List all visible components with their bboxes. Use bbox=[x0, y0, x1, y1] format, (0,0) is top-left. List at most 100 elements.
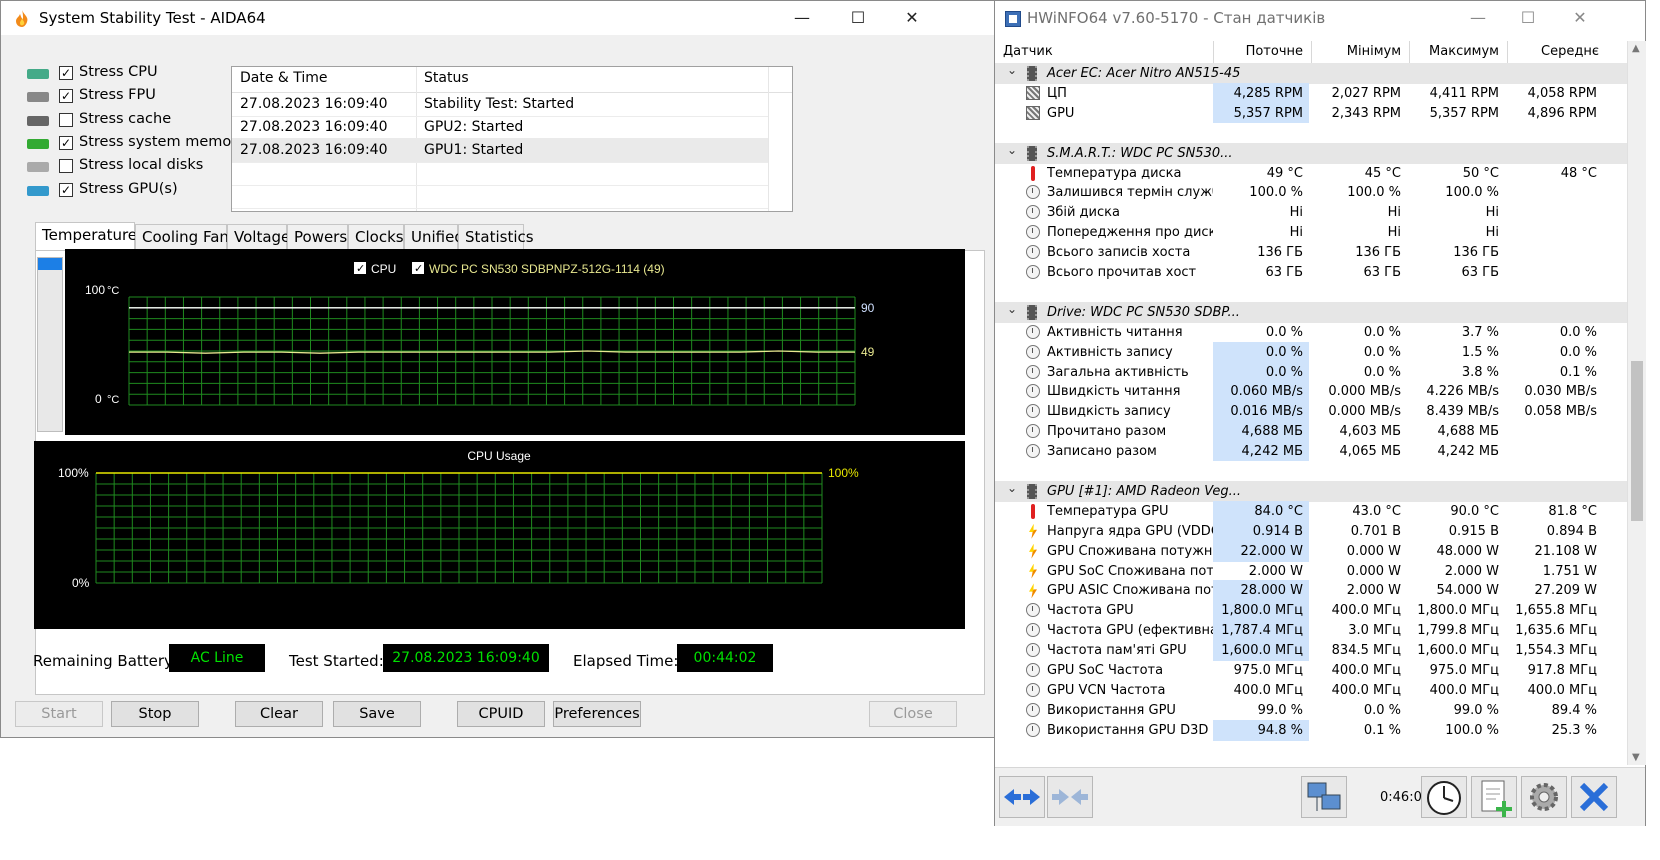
sensor-group[interactable]: ⌄ Acer EC: Acer Nitro AN515-45 bbox=[995, 63, 1627, 84]
clock-icon bbox=[1026, 424, 1040, 439]
aida-titlebar[interactable]: System Stability Test - AIDA64 — ☐ ✕ bbox=[1, 1, 995, 35]
hwinfo-close-button[interactable]: ✕ bbox=[1557, 1, 1603, 35]
hwinfo-titlebar[interactable]: HWiNFO64 v7.60-5170 - Стан датчиків — ☐ … bbox=[995, 1, 1645, 35]
start-button[interactable]: Start bbox=[15, 701, 103, 727]
col-avg[interactable]: Середнє bbox=[1509, 41, 1599, 63]
log-row[interactable]: 27.08.2023 16:09:40 Stability Test: Start… bbox=[232, 92, 768, 117]
sensor-cur-value: 4,688 МБ bbox=[1241, 424, 1303, 440]
sensor-row[interactable]: Частота GPU 1,800.0 МГц 400.0 МГц 1,800.0 М… bbox=[995, 600, 1627, 622]
tab-clocks[interactable]: Clocks bbox=[348, 224, 404, 249]
sensor-max-value: 136 ГБ bbox=[1453, 245, 1499, 261]
sensor-row[interactable]: Температура GPU 84.0 °C 43.0 °C 90.0 °C 81.8… bbox=[995, 500, 1627, 522]
sensor-row[interactable]: Активність читання 0.0 % 0.0 % 3.7 % 0.0 % bbox=[995, 322, 1627, 343]
clear-button[interactable]: Clear bbox=[235, 701, 323, 727]
sensor-cur-value: 1,600.0 МГц bbox=[1221, 643, 1303, 659]
collapse-chevron-icon[interactable]: ⌄ bbox=[1007, 478, 1017, 499]
sensor-row[interactable]: Залишився термін служби ... 100.0 % 100.0 … bbox=[995, 182, 1627, 203]
sensor-max-value: 99.0 % bbox=[1453, 702, 1499, 718]
stress-checkbox[interactable]: ✓ bbox=[59, 135, 73, 150]
sensor-row[interactable]: Всього записів хоста 136 ГБ 136 ГБ 136 ГБ bbox=[995, 242, 1627, 263]
sensor-name: GPU Споживана потужніст... bbox=[1047, 543, 1213, 559]
sensor-row[interactable]: Записано разом 4,242 МБ 4,065 МБ 4,242 МБ bbox=[995, 441, 1627, 463]
network-button[interactable] bbox=[1301, 776, 1347, 818]
sensor-name: Використання GPU bbox=[1047, 702, 1176, 718]
chip-icon bbox=[1027, 304, 1037, 320]
log-row[interactable]: 27.08.2023 16:09:40 GPU1: Started bbox=[232, 138, 768, 163]
tab-voltages[interactable]: Voltages bbox=[227, 224, 298, 249]
sensor-row[interactable]: Температура диска 49 °C 45 °C 50 °C 48 °C bbox=[995, 163, 1627, 184]
tab-statistics[interactable]: Statistics bbox=[458, 224, 534, 249]
scroll-down-icon[interactable]: ▼ bbox=[1632, 752, 1640, 763]
preferences-button[interactable]: Preferences bbox=[553, 701, 641, 727]
sensor-row[interactable]: GPU 5,357 RPM 2,343 RPM 5,357 RPM 4,896 RPM bbox=[995, 102, 1627, 124]
collapse-chevron-icon[interactable]: ⌄ bbox=[1007, 60, 1017, 81]
save-button[interactable]: Save bbox=[333, 701, 421, 727]
sensor-row[interactable]: GPU Споживана потужніст... 22.000 W 0.000 … bbox=[995, 540, 1627, 562]
tab-powers[interactable]: Powers bbox=[287, 224, 348, 249]
reset-clock-button[interactable] bbox=[1421, 776, 1467, 818]
log-header-datetime[interactable]: Date & Time bbox=[240, 70, 328, 86]
sensor-row[interactable]: Прочитано разом 4,688 МБ 4,603 МБ 4,688 МБ bbox=[995, 421, 1627, 443]
log-row[interactable]: 27.08.2023 16:09:40 GPU2: Started bbox=[232, 115, 768, 140]
nav-left-right-button[interactable] bbox=[999, 776, 1045, 818]
sensor-row[interactable]: Загальна активність 0.0 % 0.0 % 3.8 % 0.1 % bbox=[995, 361, 1627, 383]
sensor-row[interactable]: GPU VCN Частота 400.0 МГц 400.0 МГц 400.0 М… bbox=[995, 680, 1627, 701]
sensor-row[interactable]: Частота GPU (ефективна) 1,787.4 МГц 3.0 МГ… bbox=[995, 620, 1627, 642]
sensor-row[interactable]: Всього прочитав хост 63 ГБ 63 ГБ 63 ГБ bbox=[995, 262, 1627, 283]
sensor-max-value: 1,800.0 МГц bbox=[1417, 603, 1499, 619]
sensor-group[interactable]: ⌄ S.M.A.R.T.: WDC PC SN530... bbox=[995, 140, 1627, 164]
stress-checkbox[interactable] bbox=[59, 112, 73, 127]
sensor-group[interactable]: ⌄ Drive: WDC PC SN530 SDBP... bbox=[995, 299, 1627, 323]
log-status: GPU2: Started bbox=[424, 119, 524, 135]
sensor-row[interactable]: Збій диска Ні Ні Ні bbox=[995, 202, 1627, 223]
sensor-row[interactable]: GPU ASIC Споживана поту... 28.000 W 2.000 … bbox=[995, 580, 1627, 602]
sensor-row[interactable]: Напруга ядра GPU (VDDCR... 0.914 В 0.701 В… bbox=[995, 520, 1627, 542]
sensor-row[interactable]: Швидкість запису 0.016 MB/s 0.000 MB/s 8.43… bbox=[995, 401, 1627, 423]
cpuid-button[interactable]: CPUID bbox=[457, 701, 545, 727]
sensor-list-scroller[interactable] bbox=[37, 257, 63, 432]
chip-icon bbox=[1027, 483, 1037, 499]
stress-checkbox[interactable]: ✓ bbox=[59, 182, 73, 197]
collapse-chevron-icon[interactable]: ⌄ bbox=[1007, 140, 1017, 161]
sensor-max-value: Ні bbox=[1485, 225, 1499, 241]
sensor-row[interactable]: GPU SoC Споживана потуж... 2.000 W 0.000 W… bbox=[995, 561, 1627, 582]
tab-temperatures[interactable]: Temperatures bbox=[35, 222, 145, 251]
col-current[interactable]: Поточне bbox=[1215, 41, 1303, 63]
stress-checkbox[interactable]: ✓ bbox=[59, 89, 73, 104]
sensor-row[interactable]: Попередження про диск Ні Ні Ні bbox=[995, 222, 1627, 243]
sensor-row[interactable]: Активність запису 0.0 % 0.0 % 1.5 % 0.0 % bbox=[995, 341, 1627, 363]
tab-unified[interactable]: Unified bbox=[404, 224, 464, 249]
settings-button[interactable] bbox=[1521, 776, 1567, 818]
sensor-row[interactable]: Використання GPU D3D 94.8 % 0.1 % 100.0 % 25… bbox=[995, 719, 1627, 741]
log-header-status[interactable]: Status bbox=[424, 70, 469, 86]
exit-button[interactable] bbox=[1571, 776, 1617, 818]
sensor-row[interactable]: Швидкість читання 0.060 MB/s 0.000 MB/s 4.2… bbox=[995, 381, 1627, 403]
col-min[interactable]: Мінімум bbox=[1313, 41, 1401, 63]
sensor-row[interactable]: GPU SoC Частота 975.0 МГц 400.0 МГц 975.0 М… bbox=[995, 660, 1627, 681]
aida-maximize-button[interactable]: ☐ bbox=[835, 1, 881, 35]
scrollbar-thumb[interactable] bbox=[1631, 361, 1643, 521]
stress-checkbox[interactable] bbox=[59, 159, 73, 174]
log-file-button[interactable] bbox=[1471, 776, 1517, 818]
stress-checkbox[interactable]: ✓ bbox=[59, 66, 73, 80]
collapse-chevron-icon[interactable]: ⌄ bbox=[1007, 299, 1017, 320]
stop-button[interactable]: Stop bbox=[111, 701, 199, 727]
close-button[interactable]: Close bbox=[869, 701, 957, 727]
sensor-row[interactable]: Частота пам'яті GPU 1,600.0 МГц 834.5 МГц 1… bbox=[995, 640, 1627, 662]
sensor-row[interactable]: ЦП 4,285 RPM 2,027 RPM 4,411 RPM 4,058 RPM bbox=[995, 82, 1627, 104]
aida-close-button[interactable]: ✕ bbox=[889, 1, 935, 35]
sensor-min-value: 45 °C bbox=[1364, 165, 1401, 181]
tab-cooling-fans[interactable]: Cooling Fans bbox=[135, 224, 237, 249]
sensor-list-selection[interactable] bbox=[38, 258, 62, 270]
hwinfo-maximize-button[interactable]: ☐ bbox=[1505, 1, 1551, 35]
collapse-arrows-button[interactable] bbox=[1047, 776, 1093, 818]
sensor-cur-value: 0.0 % bbox=[1265, 324, 1303, 340]
sensor-group[interactable]: ⌄ GPU [#1]: AMD Radeon Veg... bbox=[995, 478, 1627, 502]
col-divider bbox=[1409, 41, 1410, 63]
col-max[interactable]: Максимум bbox=[1411, 41, 1499, 63]
sensor-row[interactable]: Використання GPU 99.0 % 0.0 % 99.0 % 89.4 % bbox=[995, 700, 1627, 721]
sensor-scrollbar[interactable]: ▲ ▼ bbox=[1627, 41, 1646, 765]
aida-minimize-button[interactable]: — bbox=[779, 1, 825, 35]
scroll-up-icon[interactable]: ▲ bbox=[1632, 43, 1640, 54]
hwinfo-minimize-button[interactable]: — bbox=[1455, 1, 1501, 35]
